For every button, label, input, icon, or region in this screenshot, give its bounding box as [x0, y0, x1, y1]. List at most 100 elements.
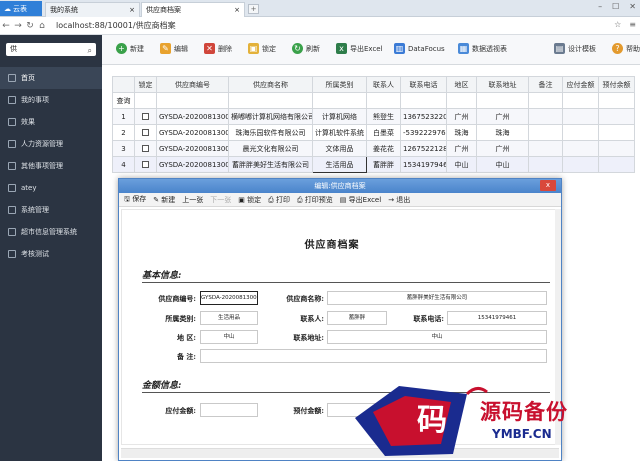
new-record-button[interactable]: ✎ 新建	[153, 195, 175, 205]
back-icon[interactable]: ←	[0, 21, 12, 31]
address-field[interactable]: 中山	[327, 330, 547, 344]
column-header[interactable]: 地区	[446, 76, 477, 93]
delete-button[interactable]: ✕ 删除	[204, 43, 232, 54]
close-icon[interactable]: ×	[129, 6, 135, 14]
new-tab-button[interactable]: +	[248, 4, 259, 14]
print-button[interactable]: ⎙ 打印	[268, 195, 290, 205]
column-header[interactable]: 所属类别	[312, 76, 367, 93]
table-row[interactable]: 3 GYSDA-20200813002 晨光文化有限公司 文体用品 姜花花 12…	[112, 140, 635, 157]
column-header[interactable]: 联系电话	[400, 76, 447, 93]
close-window-icon[interactable]: ✕	[629, 2, 636, 11]
star-icon[interactable]: ☆	[614, 20, 621, 29]
sidebar-item-my-tasks[interactable]: 我的事项	[0, 89, 102, 111]
phone-field[interactable]: 15341979461	[447, 311, 547, 325]
column-header[interactable]: 联系人	[366, 76, 401, 93]
sidebar-item-system[interactable]: 系统管理	[0, 199, 102, 221]
save-button[interactable]: 🖫 保存	[124, 194, 146, 206]
minimize-icon[interactable]: –	[598, 2, 602, 11]
export-excel-button[interactable]: x 导出Excel	[336, 43, 383, 54]
payable-field[interactable]	[200, 403, 258, 417]
sidebar-item-hr[interactable]: 人力资源管理	[0, 133, 102, 155]
query-cell[interactable]	[598, 92, 635, 109]
lock-checkbox[interactable]	[142, 145, 149, 152]
help-button[interactable]: ? 帮助	[612, 43, 640, 54]
query-cell[interactable]	[400, 92, 447, 109]
contact-label: 联系人:	[300, 314, 324, 323]
browser-tab-supplier[interactable]: 供应商档案 ×	[141, 2, 245, 17]
column-header[interactable]: 联系地址	[476, 76, 529, 93]
excel-icon: x	[336, 43, 347, 54]
column-header[interactable]: 锁定	[134, 76, 157, 93]
table-row[interactable]: 2 GYSDA-20200813001 珠海乐园软件有限公司 计算机软件系统 白…	[112, 124, 635, 141]
column-header[interactable]: 预付余额	[598, 76, 635, 93]
dialog-close-button[interactable]: x	[540, 180, 556, 191]
folder-icon	[8, 140, 16, 148]
url-field[interactable]: localhost:88/10001/供应商档案	[56, 20, 176, 31]
edit-button[interactable]: ✎ 编辑	[160, 43, 188, 54]
column-header[interactable]: 供应商名称	[228, 76, 313, 93]
supplier-code-field[interactable]: GYSDA-20200813003	[200, 291, 258, 305]
sidebar-search-input[interactable]: 供 ⌕	[6, 43, 96, 56]
menu-icon[interactable]: ≡	[629, 20, 636, 29]
contact-field[interactable]: 蓄胖胖	[327, 311, 387, 325]
column-header[interactable]: 备注	[528, 76, 563, 93]
home-icon[interactable]: ⌂	[36, 21, 48, 31]
sidebar-item-home[interactable]: 首页	[0, 67, 102, 89]
query-cell[interactable]	[476, 92, 529, 109]
query-cell[interactable]	[528, 92, 563, 109]
column-header[interactable]: 应付金额	[562, 76, 599, 93]
query-cell[interactable]	[446, 92, 477, 109]
sidebar-item-exam[interactable]: 考核测试	[0, 243, 102, 265]
query-cell[interactable]	[312, 92, 367, 109]
category-field[interactable]: 生活用品	[200, 311, 258, 325]
query-cell[interactable]	[156, 92, 229, 109]
close-icon[interactable]: ×	[234, 6, 240, 14]
dialog-title[interactable]: 编辑:供应商档案 x	[119, 179, 561, 193]
table-row[interactable]: 4 GYSDA-20200813003 蓄胖胖美好生活有限公司 生活用品 蓄胖胖…	[112, 156, 635, 173]
watermark-glyph: 码	[417, 403, 447, 438]
query-label: 查询	[112, 92, 135, 109]
table-row[interactable]: 1 GYSDA-20200813004 横嘟嘟计算机网络有限公司 计算机网络 熊…	[112, 108, 635, 125]
region-field[interactable]: 中山	[200, 330, 258, 344]
print-preview-button[interactable]: ⎙ 打印预览	[297, 195, 333, 205]
column-header	[112, 76, 135, 93]
folder-icon	[8, 162, 16, 170]
exit-button[interactable]: → 退出	[388, 195, 410, 205]
new-button[interactable]: + 新建	[116, 43, 144, 54]
reload-icon[interactable]: ↻	[24, 21, 36, 31]
sidebar-item-other[interactable]: 其他事项管理	[0, 155, 102, 177]
query-cell[interactable]	[134, 92, 157, 109]
sidebar-item-atey[interactable]: atey	[0, 177, 102, 199]
supplier-name-field[interactable]: 蓄胖胖美好生活有限公司	[327, 291, 547, 305]
lock-record-button[interactable]: ▣ 锁定	[238, 195, 261, 205]
lock-button[interactable]: ▣ 锁定	[248, 43, 276, 54]
cloud-menu-button[interactable]: ☁ 云表	[0, 1, 42, 16]
browser-actions: ☆ ≡	[614, 20, 636, 29]
datafocus-button[interactable]: ▥ DataFocus	[394, 43, 445, 54]
pivot-table-button[interactable]: ▦ 数据透视表	[458, 43, 507, 54]
sidebar-item-supermarket[interactable]: 超市信息管理系统	[0, 221, 102, 243]
lock-checkbox[interactable]	[142, 129, 149, 136]
lock-checkbox[interactable]	[142, 161, 149, 168]
column-header[interactable]: 供应商编号	[156, 76, 229, 93]
prev-record-button[interactable]: 上一张	[182, 195, 203, 205]
query-cell[interactable]	[562, 92, 599, 109]
help-icon: ?	[612, 43, 623, 54]
query-cell[interactable]	[366, 92, 401, 109]
lock-checkbox[interactable]	[142, 113, 149, 120]
query-cell[interactable]	[228, 92, 313, 109]
edit-icon: ✎	[160, 43, 171, 54]
maximize-icon[interactable]: ☐	[612, 2, 619, 11]
region-label: 地 区:	[176, 333, 196, 342]
design-template-button[interactable]: ▤ 设计模板	[554, 43, 596, 54]
refresh-button[interactable]: ↻ 刷新	[292, 43, 320, 54]
forward-icon[interactable]: →	[12, 21, 24, 31]
supplier-name-label: 供应商名称:	[286, 294, 324, 303]
browser-tab-my-system[interactable]: 我的系统 ×	[45, 2, 140, 17]
sidebar-item-effects[interactable]: 效果	[0, 111, 102, 133]
search-icon[interactable]: ⌕	[88, 44, 92, 57]
export-excel-button[interactable]: ▤ 导出Excel	[340, 195, 381, 205]
remark-field[interactable]	[200, 349, 547, 363]
category-label: 所属类别:	[165, 314, 196, 323]
next-record-button[interactable]: 下一张	[210, 195, 231, 205]
